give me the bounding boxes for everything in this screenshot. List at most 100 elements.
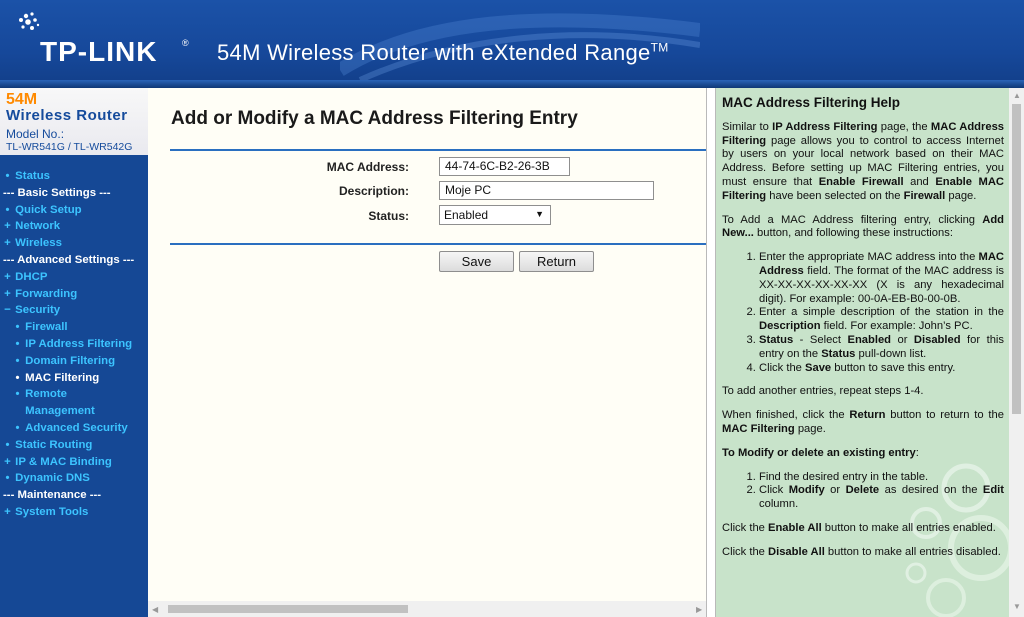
bullet-icon: • — [15, 354, 20, 367]
expand-icon: + — [4, 287, 11, 300]
help-step: Enter the appropriate MAC address into t… — [759, 251, 1004, 306]
description-input[interactable]: Moje PC — [439, 181, 654, 200]
bullet-icon: • — [15, 337, 20, 350]
page-title: Add or Modify a MAC Address Filtering En… — [171, 108, 578, 129]
brand-product-name: Wireless Router — [6, 107, 128, 124]
model-value: TL-WR541G / TL-WR542G — [6, 141, 133, 153]
sidebar-item-label: IP Address Filtering — [25, 337, 133, 350]
sidebar-item-label: DHCP — [15, 270, 48, 283]
horizontal-scrollbar[interactable]: ◀ ▶ — [148, 601, 706, 617]
vertical-scrollbar-thumb[interactable] — [1012, 104, 1021, 414]
sidebar-item-forwarding[interactable]: + Forwarding — [0, 286, 148, 303]
expand-icon: + — [4, 237, 11, 250]
return-button[interactable]: Return — [519, 251, 594, 272]
sidebar-item-network[interactable]: + Network — [0, 218, 148, 235]
sidebar-item-label: Domain Filtering — [25, 354, 116, 367]
help-steps-modify: Find the desired entry in the table. Cli… — [722, 471, 1004, 512]
brand-speed: 54M — [6, 91, 38, 108]
header-banner: TP-LINK ® 54M Wireless Router with eXten… — [0, 0, 1024, 88]
sidebar-item-label: System Tools — [15, 505, 89, 518]
sidebar-brand: 54M Wireless Router Model No.: TL-WR541G… — [0, 88, 148, 155]
sidebar-item-system-tools[interactable]: + System Tools — [0, 504, 148, 521]
help-step: Enter a simple description of the statio… — [759, 306, 1004, 334]
sidebar-item-remote-management[interactable]: • Remote Management — [0, 386, 148, 420]
sidebar-item-mac-filtering[interactable]: • MAC Filtering — [0, 370, 148, 387]
sidebar-item-firewall[interactable]: • Firewall — [0, 319, 148, 336]
sidebar: 54M Wireless Router Model No.: TL-WR541G… — [0, 88, 148, 617]
help-subheading: To Modify or delete an existing entry: — [722, 446, 919, 459]
sidebar-section-basic-settings: --- Basic Settings --- — [0, 185, 148, 202]
expand-icon: + — [4, 505, 11, 518]
sidebar-item-ip-mac-binding[interactable]: + IP & MAC Binding — [0, 454, 148, 471]
sidebar-item-label: --- Maintenance --- — [3, 489, 102, 502]
sidebar-item-label: Network — [15, 220, 61, 233]
bullet-icon: • — [15, 388, 20, 401]
sidebar-item-static-routing[interactable]: • Static Routing — [0, 437, 148, 454]
divider-top — [170, 149, 706, 151]
sidebar-item-ip-address-filtering[interactable]: • IP Address Filtering — [0, 336, 148, 353]
sidebar-item-label: Firewall — [25, 321, 68, 334]
expand-icon: + — [4, 220, 11, 233]
scroll-up-icon[interactable]: ▲ — [1013, 91, 1021, 100]
status-select[interactable]: Enabled ▼ — [439, 205, 551, 225]
help-step: Find the desired entry in the table. — [759, 471, 1004, 485]
help-paragraph: When finished, click the Return button t… — [722, 409, 1004, 435]
sidebar-item-wireless[interactable]: + Wireless — [0, 235, 148, 252]
sidebar-item-dhcp[interactable]: + DHCP — [0, 269, 148, 286]
expand-icon: + — [4, 455, 11, 468]
help-step: Click Modify or Delete as desired on the… — [759, 484, 1004, 512]
sidebar-item-label: IP & MAC Binding — [15, 455, 112, 468]
collapse-icon: − — [4, 304, 11, 317]
mac-address-input[interactable]: 44-74-6C-B2-26-3B — [439, 157, 570, 176]
sidebar-item-dynamic-dns[interactable]: • Dynamic DNS — [0, 470, 148, 487]
bullet-icon: • — [5, 170, 10, 182]
sidebar-item-label: --- Advanced Settings --- — [3, 253, 135, 266]
status-select-value: Enabled — [444, 208, 489, 222]
help-paragraph: To Add a MAC Address filtering entry, cl… — [722, 213, 1004, 240]
help-step: Status - Select Enabled or Disabled for … — [759, 334, 1004, 362]
scroll-right-icon[interactable]: ▶ — [696, 605, 702, 614]
scroll-left-icon[interactable]: ◀ — [152, 605, 158, 614]
sidebar-item-label: Security — [15, 304, 61, 317]
frame-divider[interactable] — [706, 88, 716, 617]
scroll-down-icon[interactable]: ▼ — [1013, 602, 1021, 611]
status-label: Status: — [368, 209, 409, 223]
sidebar-item-status[interactable]: • Status — [0, 168, 148, 185]
sidebar-item-label: Static Routing — [15, 438, 93, 451]
bullet-icon: • — [5, 472, 10, 485]
model-label: Model No.: — [6, 127, 65, 141]
bullet-icon: • — [15, 421, 20, 434]
help-content: MAC Address Filtering Help Similar to IP… — [722, 88, 1004, 570]
sidebar-item-label: Advanced Security — [25, 421, 128, 434]
sidebar-item-quick-setup[interactable]: • Quick Setup — [0, 202, 148, 219]
sidebar-menu: • Status --- Basic Settings --- • Quick Se… — [0, 168, 148, 521]
sidebar-item-domain-filtering[interactable]: • Domain Filtering — [0, 353, 148, 370]
sidebar-item-advanced-security[interactable]: • Advanced Security — [0, 420, 148, 437]
sidebar-item-label: --- Basic Settings --- — [3, 186, 111, 199]
help-panel: MAC Address Filtering Help Similar to IP… — [716, 88, 1009, 617]
bullet-icon: • — [5, 203, 10, 216]
help-paragraph: To add another entries, repeat steps 1-4… — [722, 385, 924, 398]
mac-address-label: MAC Address: — [326, 160, 409, 174]
bullet-icon: • — [15, 371, 20, 384]
vertical-scrollbar[interactable]: ▲ ▼ — [1009, 88, 1024, 617]
brand-registered-mark: ® — [182, 38, 189, 48]
sidebar-item-label: Status — [15, 170, 50, 182]
sidebar-section-advanced-settings: --- Advanced Settings --- — [0, 252, 148, 269]
save-button[interactable]: Save — [439, 251, 514, 272]
sidebar-section-maintenance: --- Maintenance --- — [0, 487, 148, 504]
sidebar-item-security[interactable]: − Security — [0, 302, 148, 319]
sidebar-item-label: Forwarding — [15, 287, 78, 300]
help-step: Click the Save button to save this entry… — [759, 362, 1004, 376]
product-title: 54M Wireless Router with eXtended RangeT… — [217, 40, 669, 65]
chevron-down-icon: ▼ — [535, 209, 544, 219]
bullet-icon: • — [5, 438, 10, 451]
header-bottom-stripe — [0, 80, 1024, 88]
divider-bottom — [170, 243, 706, 245]
sidebar-item-label: Wireless — [15, 237, 62, 250]
horizontal-scrollbar-thumb[interactable] — [168, 605, 408, 613]
sidebar-item-label: Remote Management — [25, 388, 95, 418]
description-label: Description: — [338, 184, 409, 198]
help-title: MAC Address Filtering Help — [722, 95, 901, 110]
main-panel: Add or Modify a MAC Address Filtering En… — [148, 88, 706, 617]
